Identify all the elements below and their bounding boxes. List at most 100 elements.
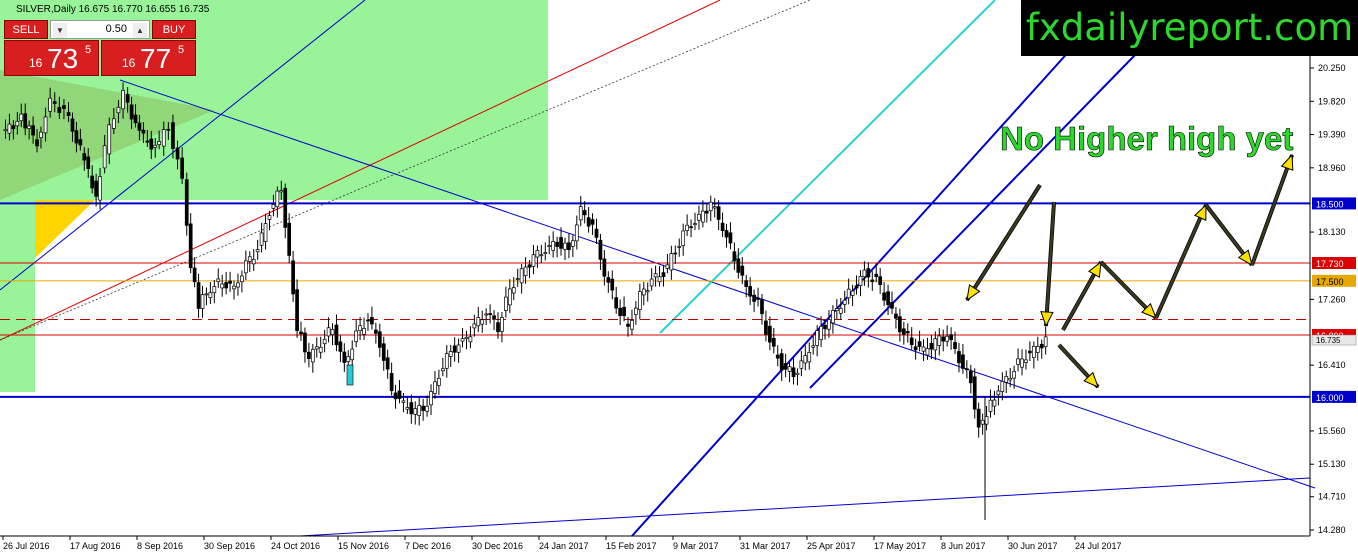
candle-body [771, 337, 776, 347]
candle-body [567, 242, 571, 250]
candle-body [838, 308, 843, 314]
candle-body [444, 353, 449, 369]
y-tick-label-4: 18.130 [1318, 227, 1346, 237]
candle-body [500, 317, 504, 332]
candle-body [31, 125, 35, 136]
candle-body [263, 223, 268, 242]
y-tick-label-10: 14.280 [1318, 525, 1346, 535]
y-tick-label-7: 15.560 [1318, 426, 1346, 436]
candle-body [66, 112, 71, 116]
candle-body [267, 215, 272, 220]
candle-body [48, 97, 53, 112]
candle-body [606, 277, 611, 283]
sell-price-sup: 5 [85, 44, 92, 56]
x-tick-label-10: 9 Mar 2017 [673, 541, 719, 551]
candle-body [724, 230, 729, 238]
candle-body [547, 245, 552, 247]
candle-body [133, 114, 138, 124]
candle-body [787, 366, 792, 372]
candle-body [665, 264, 670, 269]
candle-body [842, 299, 847, 305]
candle-body [586, 217, 591, 227]
y-tick-label-6: 16.410 [1318, 360, 1346, 370]
candle-body [756, 297, 760, 300]
candle-body [697, 213, 701, 221]
candle-body [610, 278, 615, 291]
candle-body [535, 250, 540, 258]
candle-body [689, 226, 693, 229]
candle-body [1028, 350, 1032, 354]
candle-body [661, 272, 666, 278]
candle-body [890, 302, 894, 309]
current-price-label: 16.735 [1316, 336, 1341, 345]
candle-body [496, 322, 500, 333]
candle-body [212, 286, 217, 294]
candle-body [799, 360, 804, 369]
candle-body [78, 139, 83, 146]
candle-body [171, 122, 175, 149]
candle-body [385, 357, 390, 370]
candle-body [224, 282, 228, 289]
candle-body [232, 285, 236, 290]
candle-body [429, 391, 433, 406]
candle-body [945, 335, 950, 342]
candle-body [921, 346, 926, 352]
candle-body [409, 402, 414, 415]
candle-body [933, 338, 938, 351]
candle-body [913, 346, 918, 351]
candle-body [764, 320, 768, 335]
candle-body [401, 400, 406, 403]
candle-body [1043, 336, 1048, 348]
candle-body [141, 129, 146, 134]
buy-button[interactable]: BUY [152, 20, 196, 39]
candle-body [116, 106, 121, 114]
candle-body [677, 246, 682, 248]
candle-body [259, 232, 264, 246]
level-label-2: 17.500 [1316, 277, 1344, 287]
candle-body [208, 292, 213, 299]
x-tick-label-16: 24 Jul 2017 [1075, 541, 1122, 551]
x-tick-label-2: 8 Sep 2016 [137, 541, 183, 551]
candle-body [184, 179, 189, 226]
candle-body [421, 405, 425, 411]
candle-body [480, 319, 485, 325]
candle-body [346, 356, 351, 362]
candle-body [803, 355, 808, 364]
candle-body [511, 287, 516, 294]
candle-body [220, 283, 225, 289]
candle-body [622, 306, 626, 317]
candle-body [111, 118, 116, 129]
candle-body [555, 241, 559, 247]
candle-body [405, 407, 410, 410]
candle-body [107, 124, 112, 155]
sell-button[interactable]: SELL [4, 20, 48, 39]
x-tick-label-6: 7 Dec 2016 [405, 541, 451, 551]
buy-price-box[interactable]: 16 77 5 [101, 40, 196, 76]
candle-body [783, 363, 788, 370]
candle-body [291, 260, 295, 295]
candle-body [413, 408, 418, 415]
candle-body [243, 260, 248, 274]
candle-body [752, 294, 756, 302]
sell-price-box[interactable]: 16 73 5 [4, 40, 99, 76]
candle-body [121, 90, 125, 110]
lot-size-field[interactable]: ▼ 0.50 ▲ [50, 20, 150, 39]
candle-body [456, 344, 461, 353]
lot-decrease-icon[interactable]: ▼ [53, 23, 67, 38]
candle-body [82, 153, 87, 161]
level-label-5: 16.000 [1316, 393, 1344, 403]
candle-body [894, 313, 898, 319]
candle-body [1000, 381, 1005, 392]
candle-body [795, 372, 800, 375]
candle-body [393, 392, 398, 400]
x-tick-label-5: 15 Nov 2016 [338, 541, 389, 551]
candle-body [614, 297, 619, 309]
chart-area[interactable]: 18.50017.73017.50016.80016.000 20.25019.… [0, 0, 1358, 554]
candle-body [976, 408, 981, 428]
candle-body [287, 222, 292, 256]
lot-increase-icon[interactable]: ▲ [133, 23, 147, 38]
candle-body [811, 345, 816, 348]
candle-body [598, 239, 603, 260]
candle-body [271, 204, 276, 209]
candle-body [618, 307, 622, 317]
